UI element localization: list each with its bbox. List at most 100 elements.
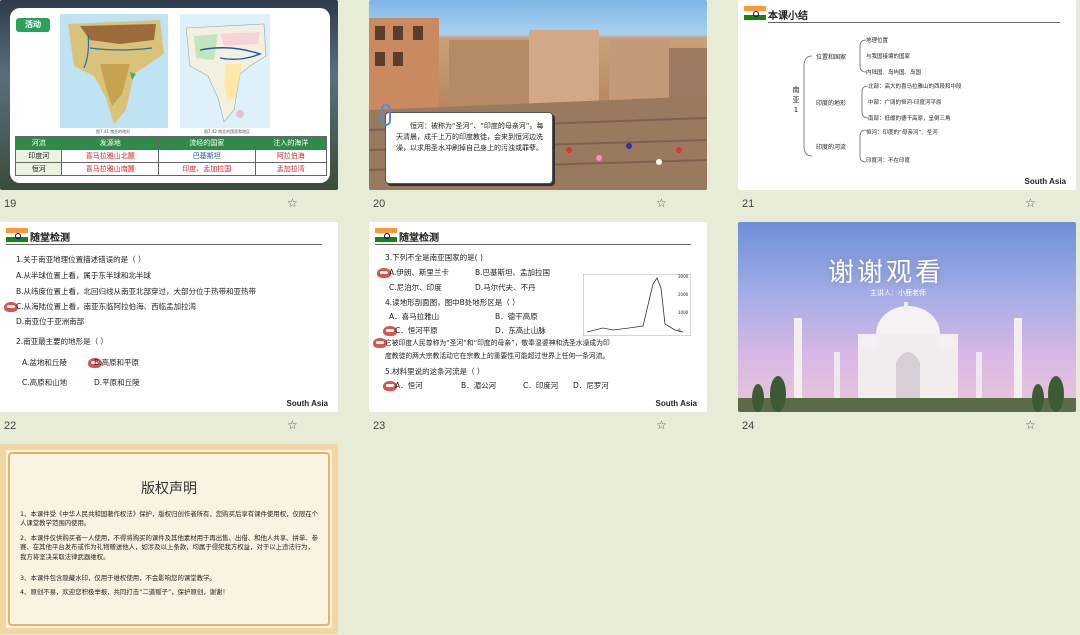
table-cell: 孟加拉湾: [254, 162, 327, 176]
terrain-map: [60, 14, 168, 128]
activity-label: 活动: [25, 20, 41, 29]
question-line: 4.读地形剖面图，图中B处地形区是（ ）: [385, 298, 520, 307]
thanks-title: 谢谢观看: [828, 258, 945, 288]
group-item: 地理位置: [866, 38, 889, 44]
table-cell: 印度、孟加拉国: [157, 162, 256, 176]
star-icon[interactable]: ☆: [656, 418, 667, 432]
question-line: 5.材料里说的这条河流是（ ）: [385, 367, 485, 376]
india-flag-icon: [6, 228, 28, 242]
question-line: 1.关于南亚地理位置描述错误的是（ ）: [16, 255, 146, 264]
table-cell: 喜马拉雅山北麓: [61, 149, 159, 163]
slide-title: 本课小结: [768, 11, 808, 22]
slide-title: 随堂检测: [399, 233, 439, 244]
group-item: 内陆国、岛屿国、岛国: [866, 70, 922, 76]
option: C．印度河: [523, 381, 559, 390]
india-flag-icon: [744, 6, 766, 20]
slide-thumb-19[interactable]: 活动 图7.41 南亚的地形 图7.42 南亚的国家和地区 河流 发源地 流经的…: [0, 0, 338, 190]
slide-thumb-23[interactable]: 随堂检测 3.下列不全是南亚国家的是( ) A.伊朗、斯里兰卡 B.巴基斯坦、孟…: [369, 222, 707, 412]
option: B.高原和平原: [94, 358, 140, 367]
header-cell: 注入的海洋: [254, 136, 327, 150]
question-line: B.从纬度位置上看，北回归线从南亚北部穿过，大部分位于热带和亚热带: [16, 287, 257, 296]
header-cell: 流经的国家: [157, 136, 256, 150]
map1-caption: 图7.41 南亚的地形: [96, 129, 131, 134]
question-line: 3.下列不全是南亚国家的是( ): [385, 253, 483, 262]
passage-line: 它被印度人民尊称为“圣河”和“印度的母亲”，敬奉湿婆神和洗圣水澡成为印: [385, 339, 610, 347]
map2-caption: 图7.42 南亚的国家和地区: [204, 129, 251, 134]
group-label: 印度的河流: [816, 144, 847, 151]
option: A.盆地和丘陵: [22, 358, 67, 367]
group-label: 印度的地形: [816, 100, 847, 107]
table-row: 印度河 喜马拉雅山北麓 巴基斯坦 阿拉伯海: [14, 149, 327, 163]
slide-number: 21: [742, 198, 755, 210]
paperclip-icon: [381, 104, 391, 126]
group-item: 南部：低缓的德干高原，呈倒三角: [868, 116, 951, 122]
title-divider: [768, 22, 1060, 23]
title-divider: [6, 244, 322, 245]
group-item: 北部：高大的喜马拉雅山的西段和中段: [868, 84, 962, 90]
copyright-paragraph: 3、本课件包含隐藏水印，仅用于维权使用，不会影响您的课堂教学。: [20, 574, 216, 582]
group-label: 位置和国家: [816, 54, 847, 61]
slide-number: 20: [373, 198, 386, 210]
option: C．恒河平原: [395, 326, 438, 335]
river-table-header: 河流 发源地 流经的国家 注入的海洋: [14, 136, 327, 150]
caption-box: 恒河：被称为“圣河”、“印度的母亲河”。每天清晨，成千上万的印度教徒，会来到恒河…: [385, 112, 553, 184]
axis-tick-label: 2000: [678, 292, 689, 297]
countries-map: [180, 14, 270, 128]
slide-thumb-copyright[interactable]: 版权声明 1、本课件受《中华人民共和国著作权法》保护，版权归创作者所有，您购买后…: [0, 444, 338, 634]
title-divider: [375, 244, 691, 245]
star-icon[interactable]: ☆: [287, 196, 298, 210]
option: C.尼泊尔、印度: [389, 283, 442, 292]
option: D．东高止山脉: [495, 326, 546, 335]
star-icon[interactable]: ☆: [1025, 418, 1036, 432]
activity-badge: 活动: [16, 18, 50, 32]
axis-tick-label: 3000: [678, 274, 689, 279]
group-item: 中部：广阔的恒河-印度河平原: [868, 100, 942, 106]
passage-line: 度教徒的两大宗教活动它在宗教上的重要性可能超过世界上任何一条河流。: [385, 352, 610, 360]
slide-number: 22: [4, 420, 17, 432]
star-icon[interactable]: ☆: [1025, 196, 1036, 210]
table-cell: 喜马拉雅山南麓: [61, 162, 159, 176]
slide-number: 23: [373, 420, 386, 432]
footer-label: South Asia: [655, 399, 697, 408]
option: D.平原和丘陵: [94, 378, 140, 387]
question-line: C.从海陆位置上看，南亚东临阿拉伯海、西临孟加拉湾: [16, 302, 197, 311]
star-icon[interactable]: ☆: [287, 418, 298, 432]
group-item: 与我国接壤的国家: [866, 54, 911, 60]
group-item: 印度河：不在印度: [866, 158, 911, 164]
caption-text: 恒河：被称为“圣河”、“印度的母亲河”。每天清晨，成千上万的印度教徒，会来到恒河…: [396, 122, 544, 152]
option: B．湄公河: [461, 381, 497, 390]
option: A．喜马拉雅山: [389, 312, 440, 321]
header-cell: 发源地: [61, 136, 159, 150]
slide-thumb-21[interactable]: 本课小结 南 亚 1 位置和国家 印度的地形 印度的河流 地理位置 与我国接壤的…: [738, 0, 1076, 190]
group-item: 恒河：印度的“母亲河”、圣河: [866, 130, 938, 136]
footer-label: South Asia: [286, 399, 328, 408]
slide-thumb-24[interactable]: 谢谢观看 主讲人：小鹿老师: [738, 222, 1076, 412]
header-cell: 河流: [14, 136, 63, 150]
option: A.伊朗、斯里兰卡: [389, 268, 449, 277]
question-line: A.从半球位置上看，属于东半球和北半球: [16, 271, 151, 280]
table-cell: 恒河: [14, 162, 63, 176]
option: B．德干高原: [495, 312, 538, 321]
copyright-title: 版权声明: [141, 481, 197, 497]
table-row: 恒河 喜马拉雅山南麓 印度、孟加拉国 孟加拉湾: [14, 162, 327, 176]
copyright-paragraph: 2、本课件仅供购买者一人使用，不得将购买的课件及其他素材用于再出售、出借、和他人…: [20, 534, 319, 561]
slide-number: 24: [742, 420, 755, 432]
taj-mahal-photo: [738, 302, 1076, 412]
slide-thumb-22[interactable]: 随堂检测 1.关于南亚地理位置描述错误的是（ ） A.从半球位置上看，属于东半球…: [0, 222, 338, 412]
question-line: D.南亚位于亚洲南部: [16, 317, 85, 326]
india-flag-icon: [375, 228, 397, 242]
table-cell: 阿拉伯海: [254, 149, 327, 163]
option: A．恒河: [395, 381, 423, 390]
presenter-label: 主讲人：小鹿老师: [870, 289, 926, 297]
option: B.巴基斯坦、孟加拉国: [475, 268, 551, 277]
footer-label: South Asia: [1024, 177, 1066, 186]
axis-tick-label: 0: [678, 328, 681, 333]
slide-title: 随堂检测: [30, 233, 70, 244]
table-cell: 巴基斯坦: [157, 149, 256, 163]
option: D．尼罗河: [573, 381, 609, 390]
option: C.高原和山地: [22, 378, 68, 387]
slide-thumb-20[interactable]: 恒河：被称为“圣河”、“印度的母亲河”。每天清晨，成千上万的印度教徒，会来到恒河…: [369, 0, 707, 190]
copyright-paragraph: 1、本课件受《中华人民共和国著作权法》保护，版权归创作者所有，您购买后享有课件使…: [20, 510, 319, 528]
option: D.马尔代夫、不丹: [475, 283, 536, 292]
star-icon[interactable]: ☆: [656, 196, 667, 210]
